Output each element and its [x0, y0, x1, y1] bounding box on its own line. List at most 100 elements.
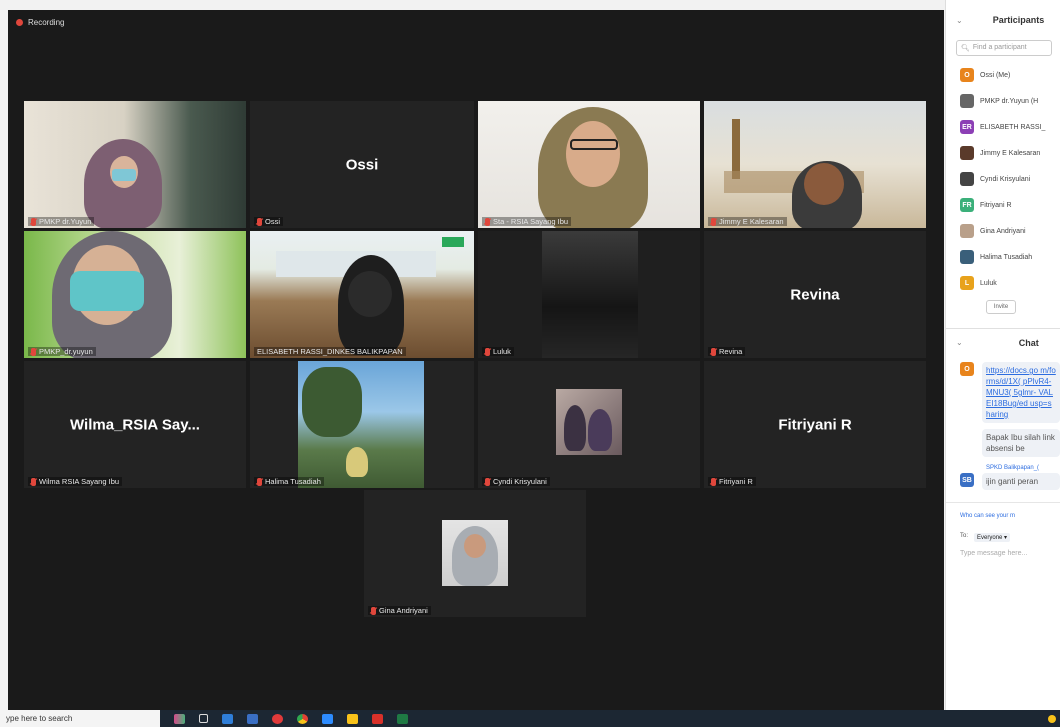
video-feed: [24, 101, 246, 228]
participant-search-input[interactable]: 🔍︎ Find a participant: [956, 40, 1052, 56]
participant-name-label: PMKP_dr.yuyun: [28, 347, 96, 356]
chat-input[interactable]: Type message here...: [946, 542, 1060, 557]
participant-item[interactable]: Jimmy E Kalesaran: [946, 140, 1060, 166]
participants-title: Participants: [992, 15, 1045, 25]
participant-item[interactable]: PMKP dr.Yuyun (H: [946, 88, 1060, 114]
chevron-down-icon[interactable]: ⌄: [956, 338, 963, 347]
avatar: O: [960, 362, 974, 376]
mic-muted-icon: [31, 217, 36, 226]
search-icon: 🔍︎: [961, 45, 970, 52]
app-icon[interactable]: [174, 713, 185, 724]
participant-name-label: Fitriyani R: [708, 477, 756, 486]
chat-header: ⌄ Chat: [946, 328, 1060, 356]
mic-muted-icon: [485, 347, 490, 356]
recording-label: Recording: [28, 18, 65, 27]
participant-name-label: Halima Tusadiah: [254, 477, 324, 486]
excel-icon[interactable]: [397, 713, 408, 724]
participant-name-large: Fitriyani R: [778, 416, 852, 433]
taskbar-icons: [174, 713, 408, 724]
participant-name-label: Revina: [708, 347, 746, 356]
file-explorer-icon[interactable]: [347, 713, 358, 724]
participant-item[interactable]: ER ELISABETH RASSI_: [946, 114, 1060, 140]
avatar: ER: [960, 120, 974, 134]
profile-photo: [364, 490, 586, 617]
video-feed: [250, 361, 474, 488]
participant-name-label: Ossi: [254, 217, 283, 226]
recipient-dropdown[interactable]: Everyone ▾: [974, 533, 1011, 542]
participant-name-large: Wilma_RSIA Say...: [70, 416, 200, 433]
chevron-down-icon[interactable]: ⌄: [956, 16, 963, 25]
chat-bubble: https://docs.go m/forms/d/1X( pPlvR4-MNU…: [982, 362, 1060, 423]
chat-link[interactable]: https://docs.go m/forms/d/1X( pPlvR4-MNU…: [986, 366, 1056, 419]
opera-icon[interactable]: [272, 713, 283, 724]
participant-name-label: Wilma RSIA Sayang Ibu: [28, 477, 123, 486]
who-can-see-link[interactable]: Who can see your m: [946, 502, 1060, 519]
mic-muted-icon: [257, 477, 262, 486]
video-tile[interactable]: Halima Tusadiah: [250, 361, 474, 488]
participant-item[interactable]: FR Fitriyani R: [946, 192, 1060, 218]
chat-bubble: Bapak Ibu silah link absensi be: [982, 429, 1060, 457]
mic-muted-icon: [31, 477, 36, 486]
participant-item[interactable]: L Luluk: [946, 270, 1060, 296]
video-tile[interactable]: Jimmy E Kalesaran: [704, 101, 926, 228]
recording-indicator[interactable]: Recording: [16, 18, 64, 27]
video-tile[interactable]: PMKP_dr.yuyun: [24, 231, 246, 358]
video-tile[interactable]: Ossi Ossi: [250, 101, 474, 228]
notification-icon[interactable]: [1048, 715, 1056, 723]
avatar: L: [960, 276, 974, 290]
mic-muted-icon: [711, 477, 716, 486]
avatar: O: [960, 68, 974, 82]
participant-name-label: Luluk: [482, 347, 514, 356]
acrobat-icon[interactable]: [372, 713, 383, 724]
taskbar-search-input[interactable]: ype here to search: [0, 710, 160, 727]
video-feed: [24, 231, 246, 358]
video-feed: [478, 231, 700, 358]
windows-taskbar: ype here to search: [0, 710, 1060, 727]
mic-muted-icon: [257, 217, 262, 226]
video-tile[interactable]: Fitriyani R Fitriyani R: [704, 361, 926, 488]
mic-muted-icon: [711, 217, 716, 226]
video-tile[interactable]: Sta - RSIA Sayang Ibu: [478, 101, 700, 228]
video-tile-active-speaker[interactable]: ELISABETH RASSI_DINKES BALIKPAPAN: [250, 231, 474, 358]
video-tile[interactable]: Gina Andriyani: [364, 490, 586, 617]
participant-name-label: Gina Andriyani: [368, 606, 431, 615]
avatar: [960, 172, 974, 186]
participants-header: ⌄ Participants: [946, 0, 1060, 40]
zoom-icon[interactable]: [322, 713, 333, 724]
video-feed: [704, 101, 926, 228]
invite-button[interactable]: Invite: [986, 300, 1016, 314]
mic-muted-icon: [371, 606, 376, 615]
video-tile[interactable]: Cyndi Krisyulani: [478, 361, 700, 488]
video-feed: [250, 231, 474, 358]
chat-recipient: To: Everyone ▾: [946, 519, 1060, 542]
avatar: FR: [960, 198, 974, 212]
task-view-icon[interactable]: [199, 714, 208, 723]
chat-sender-name: SPKD Balikpapan_(: [986, 465, 1040, 471]
avatar: [960, 224, 974, 238]
participant-item[interactable]: Halima Tusadiah: [946, 244, 1060, 270]
video-tile[interactable]: Luluk: [478, 231, 700, 358]
video-tile[interactable]: Wilma_RSIA Say... Wilma RSIA Sayang Ibu: [24, 361, 246, 488]
video-gallery: Recording PMKP dr.Yuyun Ossi Ossi Sta - …: [8, 10, 944, 710]
mic-muted-icon: [31, 347, 36, 356]
zoom-window: Recording PMKP dr.Yuyun Ossi Ossi Sta - …: [0, 0, 1060, 727]
avatar: [960, 250, 974, 264]
video-tile[interactable]: PMKP dr.Yuyun: [24, 101, 246, 228]
chrome-icon[interactable]: [297, 713, 308, 724]
video-feed: [478, 101, 700, 228]
profile-photo: [478, 361, 700, 488]
edge-icon[interactable]: [222, 713, 233, 724]
chat-message: SB ijin ganti peran: [946, 471, 1060, 490]
participant-name-label: Jimmy E Kalesaran: [708, 217, 787, 226]
participant-name-label: Sta - RSIA Sayang Ibu: [482, 217, 572, 226]
side-panel: ⌄ Participants 🔍︎ Find a participant O Os…: [945, 0, 1060, 710]
participant-name-label: PMKP dr.Yuyun: [28, 217, 95, 226]
participant-item[interactable]: Gina Andriyani: [946, 218, 1060, 244]
participant-item[interactable]: O Ossi (Me): [946, 62, 1060, 88]
video-tile[interactable]: Revina Revina: [704, 231, 926, 358]
participant-name-large: Revina: [790, 286, 840, 303]
participant-name-label: Cyndi Krisyulani: [482, 477, 550, 486]
chat-title: Chat: [1018, 337, 1039, 348]
participant-item[interactable]: Cyndi Krisyulani: [946, 166, 1060, 192]
mail-icon[interactable]: [247, 713, 258, 724]
